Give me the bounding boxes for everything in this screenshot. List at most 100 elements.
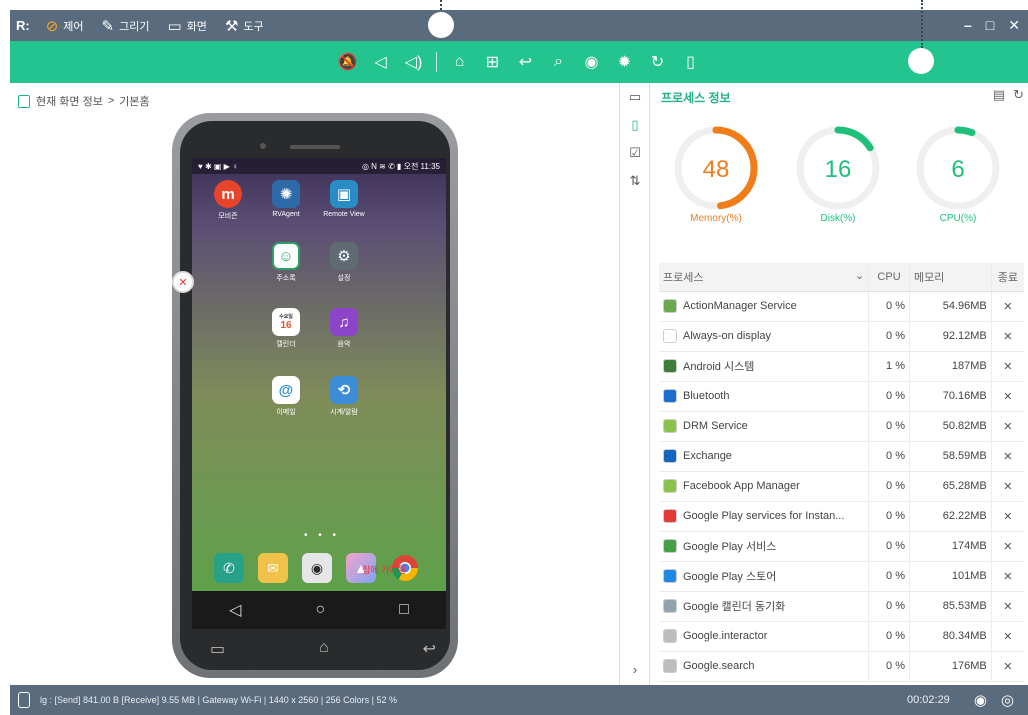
record-icon[interactable]: ◎ <box>1001 691 1014 709</box>
phone-call-icon[interactable]: ✆ <box>214 553 244 583</box>
kill-process-icon[interactable]: ✕ <box>990 321 1024 352</box>
device-bezel: ♥ ✱ ▣ ▶ ♀ ◎ N ≋ ✆ ▮ 오전 11:35 m 모비즌 ✺ RVA… <box>172 121 450 670</box>
kill-process-icon[interactable]: ✕ <box>990 381 1024 412</box>
table-row[interactable]: Exchange 0 % 58.59MB ✕ <box>659 441 1024 472</box>
kill-process-icon[interactable]: ✕ <box>990 651 1024 682</box>
message-icon[interactable]: ✉ <box>258 553 288 583</box>
table-row[interactable]: ActionManager Service 0 % 54.96MB ✕ <box>659 291 1024 322</box>
minimize-button[interactable]: – <box>964 17 972 34</box>
table-row[interactable]: Google 캘린더 동기화 0 % 85.53MB ✕ <box>659 591 1024 622</box>
table-row[interactable]: Google Play 서비스 0 % 174MB ✕ <box>659 531 1024 562</box>
menu-screen[interactable]: ▭ 화면 <box>168 17 207 35</box>
capture-icon[interactable]: ◉ <box>974 691 987 709</box>
app-email[interactable]: @ 이메일 <box>260 376 312 417</box>
mute-icon[interactable]: 🔕 <box>331 52 364 72</box>
table-row[interactable]: Bluetooth 0 % 70.16MB ✕ <box>659 381 1024 412</box>
table-row[interactable]: Always-on display 0 % 92.12MB ✕ <box>659 321 1024 352</box>
col-process[interactable]: 프로세스 ⌄ <box>659 263 869 292</box>
menu-draw[interactable]: ✎ 그리기 <box>102 17 150 35</box>
search-icon[interactable]: ⌕ <box>542 53 575 71</box>
app-contacts[interactable]: ☺ 주소록 <box>260 242 312 283</box>
nav-home-icon[interactable]: ○ <box>315 601 325 619</box>
kill-process-icon[interactable]: ✕ <box>990 351 1024 382</box>
close-button[interactable]: ✕ <box>1008 17 1020 34</box>
remote-view-icon: ▣ <box>330 180 358 208</box>
kill-process-icon[interactable]: ✕ <box>990 441 1024 472</box>
app-remote-view[interactable]: ▣ Remote View <box>318 180 370 218</box>
app-music[interactable]: ♫ 음악 <box>318 308 370 349</box>
sort-chevron-icon[interactable]: ⌄ <box>855 269 864 282</box>
kill-process-icon[interactable]: ✕ <box>990 471 1024 502</box>
device-icon[interactable]: ▯ <box>674 52 707 72</box>
table-row[interactable]: DRM Service 0 % 50.82MB ✕ <box>659 411 1024 442</box>
process-memory: 54.96MB <box>908 291 992 322</box>
col-memory[interactable]: 메모리 <box>908 263 992 292</box>
music-icon: ♫ <box>330 308 358 336</box>
process-name: Google Play 서비스 <box>683 541 777 553</box>
check-tab-icon[interactable]: ☑ <box>625 143 645 163</box>
table-row[interactable]: Google Play 스토어 0 % 101MB ✕ <box>659 561 1024 592</box>
app-rvagent[interactable]: ✺ RVAgent <box>260 180 312 218</box>
table-row[interactable]: Google.interactor 0 % 80.34MB ✕ <box>659 621 1024 652</box>
close-overlay-icon[interactable]: ✕ <box>172 271 194 293</box>
breadcrumb-separator: > <box>107 95 115 107</box>
side-tab-bar: ▭ ▯ ☑ ⇅ › <box>620 83 650 685</box>
process-name-cell: Google.search <box>659 651 869 682</box>
hw-back-icon[interactable]: ↩ <box>423 639 436 659</box>
apps-icon[interactable]: ⊞ <box>476 52 509 72</box>
disk-value: 16 <box>825 156 852 183</box>
clipboard-icon[interactable]: ▤ <box>993 87 1005 103</box>
process-name-cell: Android 시스템 <box>659 351 869 382</box>
table-row[interactable]: Facebook App Manager 0 % 65.28MB ✕ <box>659 471 1024 502</box>
tools-icon: ⚒ <box>224 17 239 35</box>
hw-home-icon[interactable]: ⌂ <box>319 639 329 659</box>
disk-gauge: 16 Disk(%) <box>793 125 883 224</box>
screen-tab-icon[interactable]: ▭ <box>625 87 645 107</box>
kill-process-icon[interactable]: ✕ <box>990 561 1024 592</box>
volume-down-icon[interactable]: ◁ <box>364 52 397 72</box>
sort-tab-icon[interactable]: ⇅ <box>625 171 645 191</box>
app-settings[interactable]: ⚙ 설정 <box>318 242 370 283</box>
process-name-cell: Facebook App Manager <box>659 471 869 502</box>
kill-process-icon[interactable]: ✕ <box>990 591 1024 622</box>
volume-up-icon[interactable]: ◁) <box>397 52 430 72</box>
app-mobizen[interactable]: m 모비즌 <box>202 180 254 221</box>
nav-recent-icon[interactable]: □ <box>399 601 409 619</box>
kill-process-icon[interactable]: ✕ <box>990 291 1024 322</box>
settings-icon[interactable]: ✹ <box>608 52 641 72</box>
table-row[interactable]: Google.search 0 % 176MB ✕ <box>659 651 1024 682</box>
breadcrumb-current[interactable]: 현재 화면 정보 <box>36 93 103 109</box>
kill-process-icon[interactable]: ✕ <box>990 501 1024 532</box>
app-label: 주소록 <box>276 275 296 282</box>
device-screen[interactable]: ♥ ✱ ▣ ▶ ♀ ◎ N ≋ ✆ ▮ 오전 11:35 m 모비즌 ✺ RVA… <box>192 158 446 591</box>
process-cpu: 0 % <box>868 591 910 622</box>
expand-arrow-icon[interactable]: › <box>625 659 645 679</box>
front-camera <box>260 143 266 149</box>
back-icon[interactable]: ↩ <box>509 52 542 72</box>
cpu-label: CPU(%) <box>939 213 977 224</box>
camera-app-icon[interactable]: ◉ <box>302 553 332 583</box>
camera-icon[interactable]: ◉ <box>575 52 608 72</box>
menu-tools[interactable]: ⚒ 도구 <box>225 17 264 35</box>
process-tab-icon[interactable]: ▯ <box>625 115 645 135</box>
process-name: Google 캘린더 동기화 <box>683 601 786 613</box>
panel-refresh-icon[interactable]: ↻ <box>1013 87 1024 103</box>
clock-icon: ⟲ <box>330 376 358 404</box>
speaker-grill <box>290 145 340 149</box>
app-calendar[interactable]: 수요일 16 캘린더 <box>260 308 312 349</box>
nav-back-icon[interactable]: ◁ <box>229 600 241 620</box>
kill-process-icon[interactable]: ✕ <box>990 531 1024 562</box>
breadcrumb: 현재 화면 정보 > 기본홈 <box>18 93 150 109</box>
hw-menu-icon[interactable]: ▭ <box>210 639 225 659</box>
menu-control[interactable]: ⊘ 제어 <box>46 17 84 35</box>
kill-process-icon[interactable]: ✕ <box>990 621 1024 652</box>
kill-process-icon[interactable]: ✕ <box>990 411 1024 442</box>
refresh-icon[interactable]: ↻ <box>641 52 674 72</box>
table-row[interactable]: Android 시스템 1 % 187MB ✕ <box>659 351 1024 382</box>
home-icon[interactable]: ⌂ <box>443 53 476 71</box>
maximize-button[interactable]: □ <box>986 17 994 34</box>
app-clock[interactable]: ⟲ 시계/알람 <box>318 376 370 417</box>
col-cpu[interactable]: CPU <box>868 263 910 292</box>
table-row[interactable]: Google Play services for Instan... 0 % 62.… <box>659 501 1024 532</box>
process-name-cell: Always-on display <box>659 321 869 352</box>
